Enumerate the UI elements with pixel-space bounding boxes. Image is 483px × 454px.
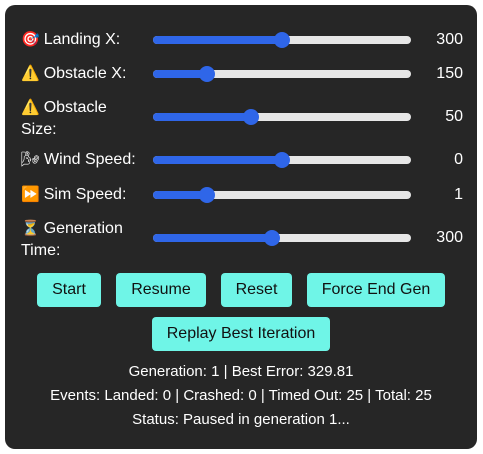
landing-x-label: 🎯 Landing X: bbox=[21, 29, 120, 51]
fast-forward-icon: ⏩ bbox=[21, 186, 40, 203]
slider-fill bbox=[153, 156, 282, 164]
sim-speed-label-text: Sim Speed: bbox=[43, 186, 127, 203]
wind-speed-value: 0 bbox=[454, 151, 463, 168]
wind-icon: 🌬 bbox=[21, 151, 41, 168]
wind-speed-label: 🌬 Wind Speed: bbox=[21, 149, 136, 171]
landing-x-slider[interactable] bbox=[153, 29, 411, 51]
obstacle-size-label: ⚠️ Obstacle Size: bbox=[21, 97, 107, 141]
generation-time-slider[interactable] bbox=[153, 227, 411, 249]
obstacle-size-label-line1: Obstacle bbox=[43, 99, 107, 116]
events-info: Events: Landed: 0 | Crashed: 0 | Timed O… bbox=[50, 387, 432, 404]
slider-fill bbox=[153, 234, 272, 242]
status-info: Status: Paused in generation 1... bbox=[132, 411, 350, 428]
slider-thumb[interactable] bbox=[199, 66, 216, 82]
reset-button[interactable]: Reset bbox=[221, 273, 292, 307]
resume-button[interactable]: Resume bbox=[116, 273, 206, 307]
obstacle-x-label: ⚠️ Obstacle X: bbox=[21, 63, 126, 85]
wind-speed-label-text: Wind Speed: bbox=[44, 151, 136, 168]
warning-icon: ⚠️ bbox=[21, 65, 40, 82]
landing-x-value: 300 bbox=[436, 31, 463, 48]
start-button[interactable]: Start bbox=[37, 273, 101, 307]
landing-x-label-text: Landing X: bbox=[43, 31, 121, 48]
obstacle-x-label-text: Obstacle X: bbox=[43, 65, 127, 82]
sim-speed-label: ⏩ Sim Speed: bbox=[21, 184, 126, 206]
obstacle-x-slider[interactable] bbox=[153, 63, 411, 85]
control-panel: 🎯 Landing X: 300 ⚠️ Obstacle X: 150 ⚠️ Obst… bbox=[5, 5, 477, 449]
slider-fill bbox=[153, 113, 252, 121]
slider-fill bbox=[153, 36, 282, 44]
generation-time-value: 300 bbox=[436, 229, 463, 246]
wind-speed-slider[interactable] bbox=[153, 149, 411, 171]
sim-speed-value: 1 bbox=[454, 186, 463, 203]
force-end-gen-button[interactable]: Force End Gen bbox=[307, 273, 445, 307]
sim-speed-slider[interactable] bbox=[153, 184, 411, 206]
obstacle-size-label-line2: Size: bbox=[21, 121, 57, 138]
replay-best-iteration-button[interactable]: Replay Best Iteration bbox=[152, 317, 330, 351]
generation-info: Generation: 1 | Best Error: 329.81 bbox=[128, 363, 354, 380]
obstacle-size-slider[interactable] bbox=[153, 106, 411, 128]
slider-thumb[interactable] bbox=[243, 109, 260, 125]
target-icon: 🎯 bbox=[21, 31, 40, 48]
generation-time-label: ⏳ Generation Time: bbox=[21, 218, 123, 262]
generation-time-label-line1: Generation bbox=[43, 220, 123, 237]
hourglass-icon: ⏳ bbox=[21, 220, 40, 237]
generation-time-label-line2: Time: bbox=[21, 242, 61, 259]
slider-thumb[interactable] bbox=[263, 230, 280, 246]
slider-thumb[interactable] bbox=[274, 32, 290, 48]
warning-icon: ⚠️ bbox=[21, 99, 40, 116]
obstacle-size-value: 50 bbox=[445, 108, 463, 125]
slider-thumb[interactable] bbox=[199, 187, 216, 203]
slider-thumb[interactable] bbox=[274, 152, 290, 168]
obstacle-x-value: 150 bbox=[436, 65, 463, 82]
